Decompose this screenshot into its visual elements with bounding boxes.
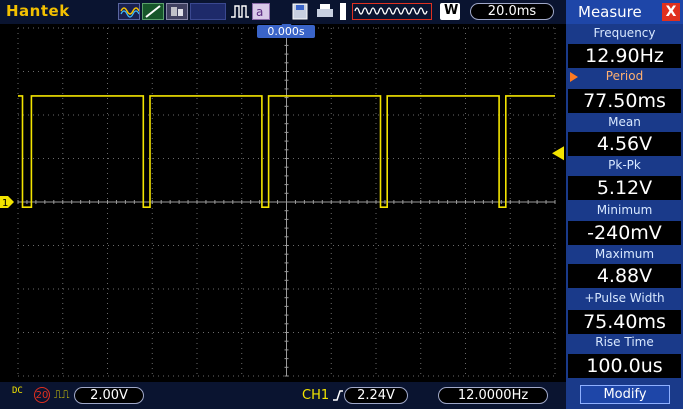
print-icon[interactable] [314, 3, 336, 20]
line-icon[interactable] [142, 3, 164, 20]
pulse-icon[interactable] [230, 3, 250, 20]
mode-icon[interactable] [166, 3, 188, 20]
measure-value-maximum[interactable]: 4.88V [568, 264, 681, 288]
modify-button[interactable]: Modify [580, 385, 670, 404]
top-toolbar: Hantek a W 20.0ms [0, 0, 566, 24]
buffer-mode-label: W [444, 3, 459, 18]
measure-label-frequency: Frequency [593, 26, 656, 40]
waveform-plot: 1 [0, 24, 564, 377]
bandwidth-limit-badge: 20 [34, 387, 50, 403]
measure-title: Measure [578, 3, 642, 21]
trigger-time-tag: 0.000s [257, 25, 315, 38]
trigger-source: CH1 [302, 388, 330, 403]
measure-value-period[interactable]: 77.50ms [568, 89, 681, 113]
measure-label-rise-time: Rise Time [595, 335, 654, 349]
measure-value-frequency[interactable]: 12.90Hz [568, 44, 681, 68]
svg-text:a: a [256, 5, 263, 19]
measure-label-pulse-width: +Pulse Width [584, 291, 665, 305]
waveform-icon[interactable] [118, 3, 140, 20]
close-icon[interactable]: X [662, 3, 680, 21]
measure-panel: Measure X Frequency 12.90Hz Period 77.50… [566, 0, 683, 409]
measure-label-minimum: Minimum [596, 203, 653, 217]
measure-value-pulse-width[interactable]: 75.40ms [568, 310, 681, 334]
measure-value-rise-time[interactable]: 100.0us [568, 354, 681, 378]
divider [340, 3, 346, 20]
measure-label-period: Period [605, 69, 644, 83]
measure-label-pkpk: Pk-Pk [608, 158, 641, 172]
coupling-label: DC [12, 386, 23, 396]
invert-icon: ⎍⎍ [54, 388, 70, 401]
bottom-status-bar: DC 20 ⎍⎍ 2.00V CH1 2.24V 12.0000Hz [0, 382, 566, 409]
measure-label-mean: Mean [608, 115, 641, 129]
measure-header: Measure X [566, 0, 683, 24]
menu-slot[interactable] [190, 3, 226, 20]
buffer-wave-icon[interactable] [352, 3, 432, 20]
timebase-display[interactable]: 20.0ms [470, 3, 554, 20]
measure-label-maximum: Maximum [594, 247, 655, 261]
trigger-rise-icon [333, 390, 343, 401]
measure-value-mean[interactable]: 4.56V [568, 132, 681, 156]
measure-value-minimum[interactable]: -240mV [568, 221, 681, 245]
trigger-frequency: 12.0000Hz [438, 387, 548, 404]
trigger-level[interactable]: 2.24V [344, 387, 408, 404]
ch1-ground-label: 1 [2, 198, 8, 209]
measure-value-pkpk[interactable]: 5.12V [568, 176, 681, 200]
volts-per-div[interactable]: 2.00V [74, 387, 144, 404]
brand-logo: Hantek [6, 2, 70, 20]
scope-screen: 1 [0, 24, 566, 382]
a-icon[interactable]: a [252, 3, 270, 20]
save-icon[interactable] [290, 3, 310, 20]
